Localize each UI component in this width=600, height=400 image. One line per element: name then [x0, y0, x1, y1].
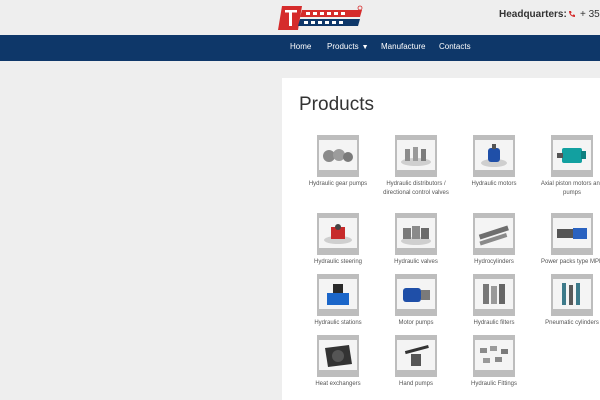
product-thumbnail: [395, 135, 437, 177]
steering-unit-icon: [324, 224, 352, 244]
product-card-distributors[interactable]: Hydraulic distributors / directional con…: [375, 135, 457, 198]
nav-item-contacts-label: Contacts: [439, 42, 471, 51]
motor-pump-icon: [403, 288, 430, 302]
phone-icon: [569, 11, 575, 17]
product-thumbnail: [317, 135, 359, 177]
brand-logo-icon[interactable]: [278, 4, 364, 32]
nav-item-manufacture-label: Manufacture: [381, 42, 426, 51]
chevron-down-icon: ▼: [361, 44, 369, 51]
product-thumbnail: [317, 213, 359, 255]
product-thumbnail: [395, 335, 437, 377]
heat-exchanger-icon: [325, 345, 352, 367]
product-card-axial-piston[interactable]: Axial piston motors and pumps: [531, 135, 600, 198]
product-card-steering[interactable]: Hydraulic steering: [297, 213, 379, 267]
nav-item-contacts[interactable]: Contacts: [439, 42, 471, 51]
hydrocylinder-icon: [478, 225, 509, 246]
headquarters-label: Headquarters:: [499, 9, 567, 20]
nav-item-home-label: Home: [290, 42, 312, 51]
gear-pump-icon: [323, 149, 353, 162]
nav-item-products[interactable]: Products ▼: [327, 42, 369, 51]
page-title: Products: [299, 94, 374, 115]
hydraulic-valve-icon: [401, 226, 431, 245]
product-thumbnail: [551, 135, 593, 177]
product-label: Hydraulic gear pumps: [308, 181, 368, 187]
hydraulic-motor-icon: [481, 144, 507, 167]
product-card-fittings[interactable]: Hydraulic Fittings: [453, 335, 535, 389]
top-bar: Headquarters: + 359: [0, 0, 600, 35]
product-thumbnail: [473, 135, 515, 177]
product-label: Hydraulic filters: [473, 320, 515, 326]
product-label: Power packs type MPP: [540, 259, 600, 265]
pneumatic-cylinder-icon: [562, 283, 580, 305]
product-card-motor-pumps[interactable]: Motor pumps: [375, 274, 457, 328]
product-label: Pneumatic cylinders: [545, 320, 599, 326]
hydraulic-filter-icon: [483, 284, 505, 304]
product-card-hand-pumps[interactable]: Hand pumps: [375, 335, 457, 389]
nav-item-products-label: Products: [327, 42, 359, 51]
product-card-valves[interactable]: Hydraulic valves: [375, 213, 457, 267]
product-thumbnail: [317, 335, 359, 377]
product-thumbnail: [395, 274, 437, 316]
product-label: Hydraulic valves: [394, 259, 438, 265]
product-label: Hydrocylinders: [474, 259, 514, 265]
product-label: Heat exchangers: [315, 381, 361, 387]
product-label: Motor pumps: [398, 320, 434, 326]
hydraulic-station-icon: [327, 284, 349, 305]
product-label: Hydraulic Fittings: [470, 381, 517, 387]
product-label: Hydraulic distributors / directional con…: [383, 181, 449, 196]
product-card-power-packs[interactable]: Power packs type MPP: [531, 213, 600, 267]
product-card-motors[interactable]: Hydraulic motors: [453, 135, 535, 189]
product-thumbnail: [551, 274, 593, 316]
product-label: Hydraulic motors: [471, 181, 517, 187]
product-thumbnail: [473, 335, 515, 377]
nav-item-manufacture[interactable]: Manufacture: [381, 42, 425, 51]
main-navigation: Home Products ▼ Manufacture Contacts: [0, 35, 600, 61]
power-pack-icon: [557, 228, 587, 239]
nav-item-home[interactable]: Home: [290, 42, 311, 51]
product-card-gear-pumps[interactable]: Hydraulic gear pumps: [297, 135, 379, 189]
distributor-valve-icon: [401, 147, 431, 166]
phone-number[interactable]: + 359: [580, 9, 600, 20]
product-label: Hydraulic stations: [314, 320, 362, 326]
axial-piston-icon: [557, 148, 586, 163]
product-label: Hand pumps: [398, 381, 434, 387]
product-card-heat-exchangers[interactable]: Heat exchangers: [297, 335, 379, 389]
product-card-stations[interactable]: Hydraulic stations: [297, 274, 379, 328]
product-label: Hydraulic steering: [313, 259, 363, 265]
products-panel: Products Hydraulic gear pumps Hydraulic …: [282, 78, 600, 400]
product-card-pneumatic-cylinders[interactable]: Pneumatic cylinders: [531, 274, 600, 328]
product-card-hydrocylinders[interactable]: Hydrocylinders: [453, 213, 535, 267]
product-thumbnail: [317, 274, 359, 316]
product-label: Axial piston motors and pumps: [540, 181, 600, 196]
hydraulic-fittings-icon: [480, 346, 508, 363]
product-thumbnail: [395, 213, 437, 255]
product-thumbnail: [551, 213, 593, 255]
product-card-filters[interactable]: Hydraulic filters: [453, 274, 535, 328]
product-thumbnail: [473, 213, 515, 255]
hand-pump-icon: [404, 344, 429, 366]
product-thumbnail: [473, 274, 515, 316]
